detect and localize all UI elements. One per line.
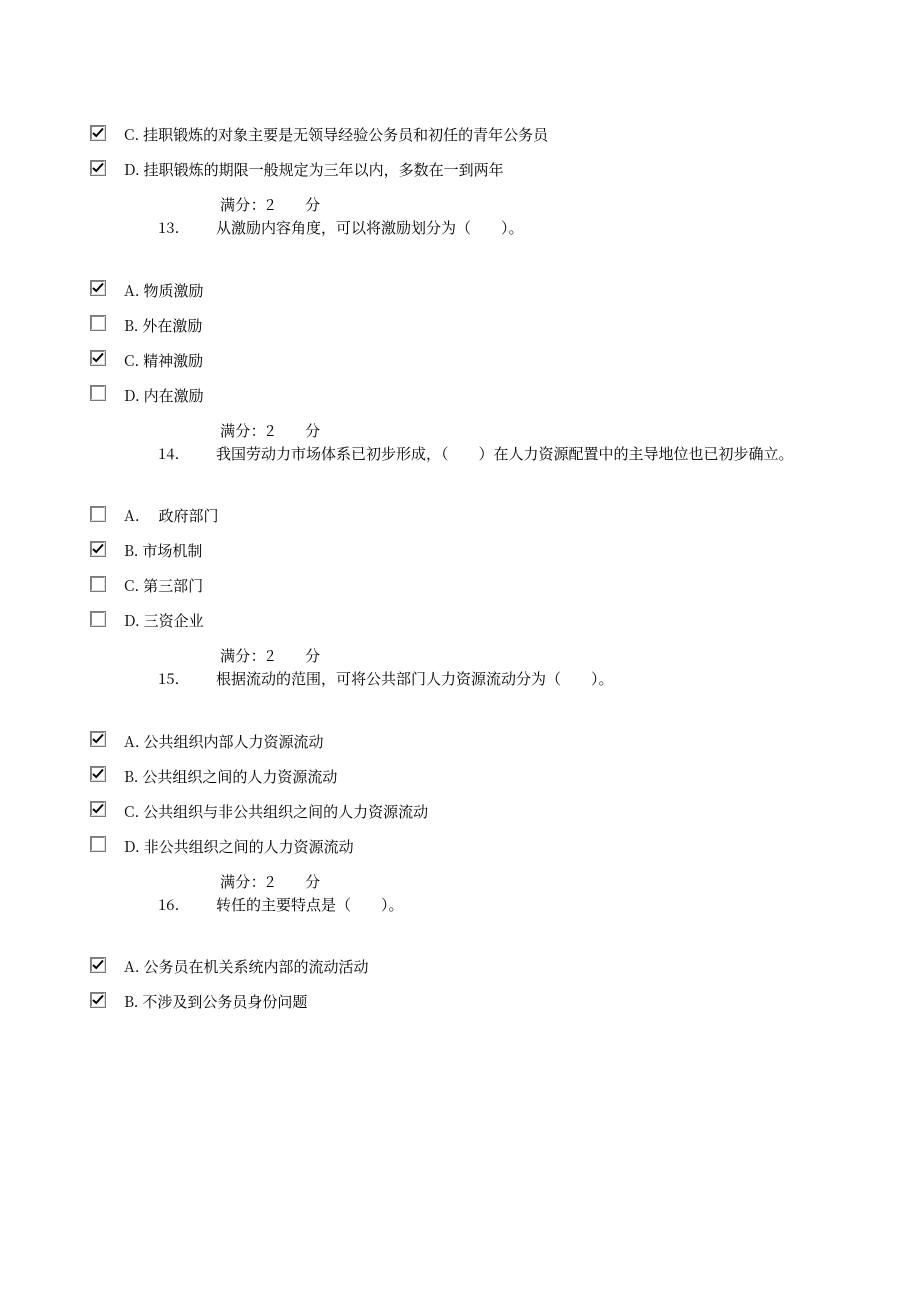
- option-row: A. 物质激励: [90, 280, 860, 301]
- question-text: 从激励内容角度，可以将激励划分为（ ）。: [216, 217, 524, 238]
- option-text: A. 物质激励: [124, 280, 204, 301]
- option-row: C. 精神激励: [90, 350, 860, 371]
- option-text: B. 不涉及到公务员身份问题: [124, 991, 307, 1012]
- checkbox[interactable]: [90, 280, 106, 296]
- option-row: D. 挂职锻炼的期限一般规定为三年以内，多数在一到两年: [90, 159, 860, 180]
- option-row: D. 内在激励: [90, 385, 860, 406]
- option-text: B. 市场机制: [124, 540, 202, 561]
- score-line: 满分：2 分: [220, 420, 860, 441]
- question-text: 转任的主要特点是（ ）。: [216, 894, 404, 915]
- checkbox[interactable]: [90, 611, 106, 627]
- checkbox[interactable]: [90, 315, 106, 331]
- option-row: A. 公务员在机关系统内部的流动活动: [90, 956, 860, 977]
- option-text: A. 公务员在机关系统内部的流动活动: [124, 956, 369, 977]
- score-line: 满分：2 分: [220, 645, 860, 666]
- option-text: D. 三资企业: [124, 610, 204, 631]
- option-text: C. 第三部门: [124, 575, 203, 596]
- question-stem: 16.转任的主要特点是（ ）。: [158, 894, 860, 917]
- option-row: A. 公共组织内部人力资源流动: [90, 731, 860, 752]
- option-text: B. 公共组织之间的人力资源流动: [124, 766, 337, 787]
- question-stem: 15.根据流动的范围，可将公共部门人力资源流动分为（ ）。: [158, 668, 860, 691]
- checkbox[interactable]: [90, 506, 106, 522]
- checkbox[interactable]: [90, 992, 106, 1008]
- question-stem: 13.从激励内容角度，可以将激励划分为（ ）。: [158, 217, 860, 240]
- question-number: 16.: [158, 894, 216, 917]
- option-row: B. 外在激励: [90, 315, 860, 336]
- checkbox[interactable]: [90, 350, 106, 366]
- option-text: C. 精神激励: [124, 350, 203, 371]
- checkbox[interactable]: [90, 385, 106, 401]
- option-text: C. 公共组织与非公共组织之间的人力资源流动: [124, 801, 428, 822]
- checkbox[interactable]: [90, 766, 106, 782]
- checkbox[interactable]: [90, 576, 106, 592]
- checkbox[interactable]: [90, 731, 106, 747]
- option-text: A. 公共组织内部人力资源流动: [124, 731, 324, 752]
- checkbox[interactable]: [90, 541, 106, 557]
- option-row: C. 公共组织与非公共组织之间的人力资源流动: [90, 801, 860, 822]
- question-text: 根据流动的范围，可将公共部门人力资源流动分为（ ）。: [216, 668, 614, 689]
- question-text: 我国劳动力市场体系已初步形成，（ ）在人力资源配置中的主导地位也已初步确立。: [216, 443, 794, 464]
- question-number: 14.: [158, 443, 216, 466]
- score-line: 满分：2 分: [220, 194, 860, 215]
- option-row: D. 非公共组织之间的人力资源流动: [90, 836, 860, 857]
- question-stem: 14.我国劳动力市场体系已初步形成，（ ）在人力资源配置中的主导地位也已初步确立…: [158, 443, 860, 466]
- option-text: D. 内在激励: [124, 385, 204, 406]
- checkbox[interactable]: [90, 801, 106, 817]
- score-line: 满分：2 分: [220, 871, 860, 892]
- option-text: D. 挂职锻炼的期限一般规定为三年以内，多数在一到两年: [124, 159, 504, 180]
- option-row: C. 第三部门: [90, 575, 860, 596]
- option-row: A. 政府部门: [90, 505, 860, 526]
- option-text: C. 挂职锻炼的对象主要是无领导经验公务员和初任的青年公务员: [124, 124, 548, 145]
- option-row: B. 公共组织之间的人力资源流动: [90, 766, 860, 787]
- option-text: B. 外在激励: [124, 315, 202, 336]
- checkbox[interactable]: [90, 160, 106, 176]
- checkbox[interactable]: [90, 957, 106, 973]
- question-number: 13.: [158, 217, 216, 240]
- option-row: D. 三资企业: [90, 610, 860, 631]
- option-row: C. 挂职锻炼的对象主要是无领导经验公务员和初任的青年公务员: [90, 124, 860, 145]
- checkbox[interactable]: [90, 836, 106, 852]
- option-row: B. 市场机制: [90, 540, 860, 561]
- option-text: A. 政府部门: [124, 505, 219, 526]
- question-number: 15.: [158, 668, 216, 691]
- checkbox[interactable]: [90, 125, 106, 141]
- option-row: B. 不涉及到公务员身份问题: [90, 991, 860, 1012]
- option-text: D. 非公共组织之间的人力资源流动: [124, 836, 354, 857]
